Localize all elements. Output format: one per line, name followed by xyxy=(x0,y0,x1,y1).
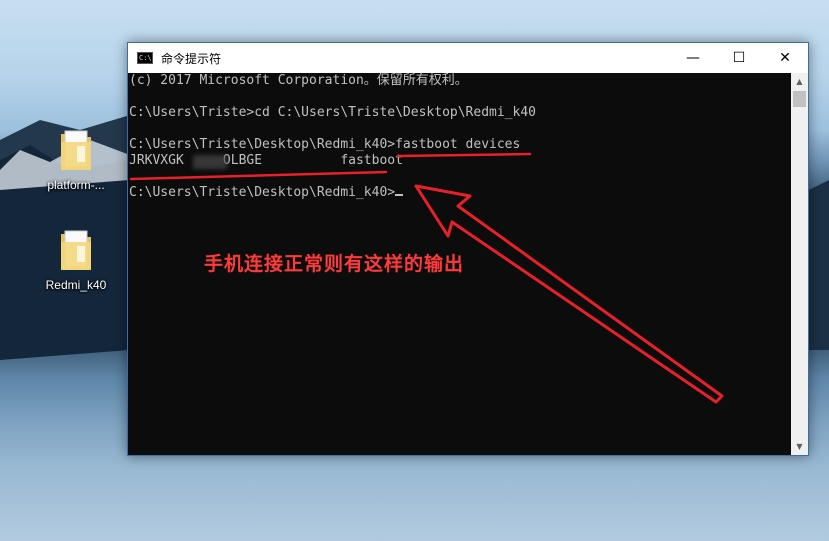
window-controls: — ☐ ✕ xyxy=(670,43,808,73)
annotation-caption: 手机连接正常则有这样的输出 xyxy=(204,253,465,275)
title-bar[interactable]: C:\ 命令提示符 — ☐ ✕ xyxy=(128,43,808,73)
scroll-up-arrow-icon[interactable]: ▲ xyxy=(791,73,808,90)
desktop-icon-label: platform-... xyxy=(47,178,105,192)
folder-icon xyxy=(59,228,93,272)
desktop-icon-platform[interactable]: platform-... xyxy=(36,128,116,192)
desktop-icon-label: Redmi_k40 xyxy=(45,278,107,292)
scroll-down-arrow-icon[interactable]: ▼ xyxy=(791,438,808,455)
cmd-app-icon: C:\ xyxy=(137,52,153,64)
redacted-serial-blur xyxy=(193,155,227,169)
console-prompt-line: C:\Users\Triste\Desktop\Redmi_k40> xyxy=(129,185,404,201)
window-title: 命令提示符 xyxy=(161,51,222,66)
console-prompt: C:\Users\Triste\Desktop\Redmi_k40> xyxy=(129,185,396,200)
maximize-button[interactable]: ☐ xyxy=(716,43,762,73)
text-cursor xyxy=(395,194,404,196)
console-line: (c) 2017 Microsoft Corporation。保留所有权利。 xyxy=(129,73,468,88)
console-line: JRKVXGK OLBGE fastboot xyxy=(129,153,403,168)
console-line: C:\Users\Triste>cd C:\Users\Triste\Deskt… xyxy=(129,105,536,120)
close-button[interactable]: ✕ xyxy=(762,43,808,73)
folder-icon xyxy=(59,128,93,172)
scrollbar-thumb[interactable] xyxy=(793,91,806,107)
minimize-button[interactable]: — xyxy=(670,43,716,73)
desktop-icon-redmi-k40[interactable]: Redmi_k40 xyxy=(36,228,116,292)
console-line: C:\Users\Triste\Desktop\Redmi_k40>fastbo… xyxy=(129,137,521,152)
vertical-scrollbar[interactable]: ▲ ▼ xyxy=(791,73,808,455)
